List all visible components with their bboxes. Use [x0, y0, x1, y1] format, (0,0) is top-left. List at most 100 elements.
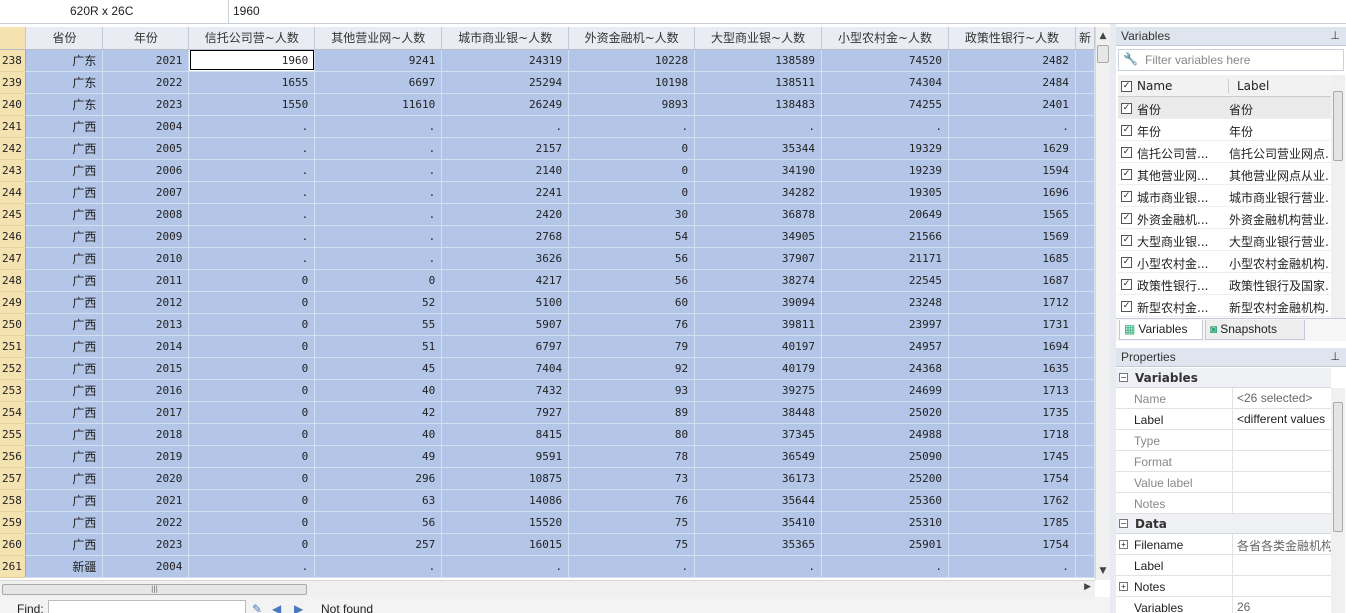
table-cell[interactable]: 4217 [441, 269, 570, 292]
table-cell[interactable]: 39094 [694, 291, 823, 314]
cell-value-field[interactable]: 1960 [233, 0, 260, 24]
table-cell[interactable]: . [314, 181, 443, 204]
variable-list-item[interactable]: ✓ 信托公司营... 信托公司营业网点... [1118, 141, 1331, 163]
table-cell[interactable]: 2484 [948, 71, 1076, 94]
table-cell[interactable]: 51 [314, 335, 443, 358]
table-row[interactable]: 250 广西 2013 0 55 5907 76 39811 23997 1731 [0, 313, 1095, 336]
table-cell[interactable]: 75 [568, 511, 696, 534]
table-cell[interactable]: 广东 [25, 49, 104, 72]
table-cell[interactable]: 34282 [694, 181, 823, 204]
table-cell[interactable]: 40197 [694, 335, 823, 358]
variable-checkbox[interactable]: ✓ [1121, 125, 1132, 136]
property-row[interactable]: Label [1116, 555, 1331, 576]
table-cell[interactable] [1075, 489, 1095, 512]
variable-checkbox[interactable]: ✓ [1121, 235, 1132, 246]
column-header[interactable]: 其他营业网~人数 [314, 27, 443, 50]
table-cell[interactable]: 2018 [102, 423, 190, 446]
table-cell[interactable]: 36878 [694, 203, 823, 226]
table-cell[interactable] [1075, 423, 1095, 446]
table-cell[interactable]: 2023 [102, 533, 190, 556]
table-cell[interactable]: 1565 [948, 203, 1076, 226]
property-row[interactable]: Variables 26 [1116, 597, 1331, 613]
table-cell[interactable]: . [948, 555, 1076, 578]
variable-list-item[interactable]: ✓ 其他营业网... 其他营业网点从业... [1118, 163, 1331, 185]
table-cell[interactable]: 2010 [102, 247, 190, 270]
table-cell[interactable]: 8415 [441, 423, 570, 446]
table-cell[interactable]: 54 [568, 225, 696, 248]
table-cell[interactable]: 34905 [694, 225, 823, 248]
table-cell[interactable]: 24988 [821, 423, 949, 446]
row-number[interactable]: 248 [0, 269, 27, 292]
table-row[interactable]: 242 广西 2005.. 2157 0 35344 19329 1629 [0, 137, 1095, 160]
wrench-icon[interactable]: 🔧 [1123, 52, 1138, 66]
table-cell[interactable]: 76 [568, 313, 696, 336]
table-cell[interactable]: 1687 [948, 269, 1076, 292]
row-number[interactable]: 250 [0, 313, 27, 336]
property-row[interactable]: Label <different values [1116, 409, 1331, 430]
variable-list-item[interactable]: ✓ 小型农村金... 小型农村金融机构... [1118, 251, 1331, 273]
table-cell[interactable]: 1754 [948, 467, 1076, 490]
table-cell[interactable]: 37907 [694, 247, 823, 270]
table-row[interactable]: 248 广西 2011 0 0 4217 56 38274 22545 1687 [0, 269, 1095, 292]
table-row[interactable]: 255 广西 2018 0 40 8415 80 37345 24988 1718 [0, 423, 1095, 446]
table-cell[interactable]: 14086 [441, 489, 570, 512]
table-cell[interactable] [1075, 247, 1095, 270]
row-number[interactable]: 256 [0, 445, 27, 468]
table-row[interactable]: 238 广东 2021 1960 9241 24319 10228 138589 74520 24… [0, 49, 1095, 72]
table-cell[interactable]: 19329 [821, 137, 949, 160]
table-cell[interactable]: 0 [188, 445, 316, 468]
table-cell[interactable]: 24319 [441, 49, 570, 72]
table-cell[interactable]: 2482 [948, 49, 1076, 72]
table-cell[interactable]: 2019 [102, 445, 190, 468]
table-cell[interactable]: 42 [314, 401, 443, 424]
table-cell[interactable]: 11610 [314, 93, 443, 116]
variable-checkbox[interactable]: ✓ [1121, 103, 1132, 114]
column-header[interactable]: 大型商业银~人数 [694, 27, 823, 50]
table-cell[interactable]: 0 [188, 489, 316, 512]
table-cell[interactable]: 10198 [568, 71, 696, 94]
table-row[interactable]: 246 广西 2009.. 2768 54 34905 21566 1569 [0, 225, 1095, 248]
table-cell[interactable]: 93 [568, 379, 696, 402]
table-cell[interactable]: 19305 [821, 181, 949, 204]
table-cell[interactable]: 0 [568, 159, 696, 182]
tab-variables[interactable]: ▦ Variables [1119, 320, 1203, 340]
table-cell[interactable]: 9591 [441, 445, 570, 468]
table-cell[interactable]: 0 [188, 357, 316, 380]
table-cell[interactable]: 5100 [441, 291, 570, 314]
table-cell[interactable]: 1718 [948, 423, 1076, 446]
variables-list-scrollbar[interactable] [1331, 75, 1345, 318]
table-cell[interactable]: 0 [188, 533, 316, 556]
table-cell[interactable]: 2420 [441, 203, 570, 226]
name-column-header[interactable]: Name [1137, 79, 1225, 93]
table-cell[interactable] [1075, 159, 1095, 182]
table-row[interactable]: 243 广西 2006.. 2140 0 34190 19239 1594 [0, 159, 1095, 182]
properties-scroll-thumb[interactable] [1333, 402, 1343, 532]
table-cell[interactable]: 广西 [25, 313, 104, 336]
table-cell[interactable]: 1694 [948, 335, 1076, 358]
table-cell[interactable]: 10875 [441, 467, 570, 490]
table-cell[interactable]: 296 [314, 467, 443, 490]
table-row[interactable]: 254 广西 2017 0 42 7927 89 38448 25020 1735 [0, 401, 1095, 424]
table-cell[interactable]: . [821, 555, 949, 578]
table-cell[interactable]: 2017 [102, 401, 190, 424]
table-cell[interactable]: 1629 [948, 137, 1076, 160]
table-cell[interactable]: 新疆 [25, 555, 104, 578]
table-cell[interactable]: . [188, 181, 316, 204]
property-row[interactable]: + Filename 各省各类金融机构 [1116, 534, 1331, 555]
table-cell[interactable]: 56 [568, 247, 696, 270]
table-cell[interactable]: 1712 [948, 291, 1076, 314]
table-cell[interactable]: 广西 [25, 181, 104, 204]
table-cell[interactable]: 9893 [568, 93, 696, 116]
table-cell[interactable]: 2016 [102, 379, 190, 402]
variable-checkbox[interactable]: ✓ [1121, 301, 1132, 312]
table-cell[interactable]: 6797 [441, 335, 570, 358]
table-cell[interactable]: 63 [314, 489, 443, 512]
table-cell[interactable]: 52 [314, 291, 443, 314]
table-cell[interactable]: 0 [188, 269, 316, 292]
table-row[interactable]: 253 广西 2016 0 40 7432 93 39275 24699 1713 [0, 379, 1095, 402]
table-cell[interactable] [1075, 467, 1095, 490]
property-value[interactable] [1232, 555, 1331, 576]
row-number[interactable]: 255 [0, 423, 27, 446]
tab-snapshots[interactable]: ◙ Snapshots [1205, 320, 1305, 340]
table-cell[interactable]: . [314, 115, 443, 138]
